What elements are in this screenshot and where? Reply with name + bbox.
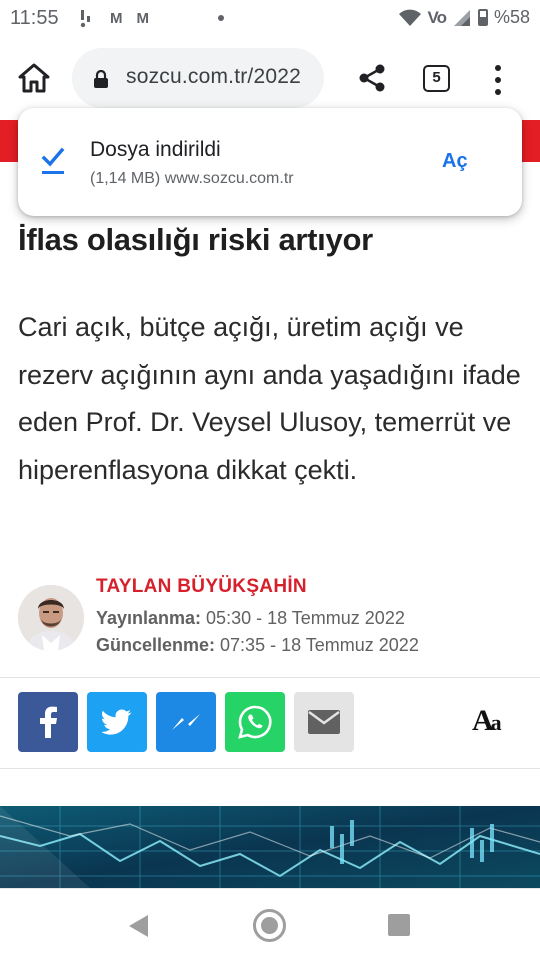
status-time: 11:55 (10, 7, 59, 29)
email-share-button[interactable] (294, 692, 354, 752)
divider (0, 768, 540, 769)
signal-icon (453, 9, 470, 26)
system-navigation-bar (0, 888, 540, 960)
font-size-button[interactable]: Aa (472, 704, 512, 740)
whatsapp-share-button[interactable] (225, 692, 285, 752)
more-vert-icon[interactable] (488, 62, 508, 96)
battery-icon (477, 9, 488, 26)
published-date: Yayınlanma: 05:30 - 18 Temmuz 2022 (96, 608, 405, 629)
published-label: Yayınlanma: (96, 608, 202, 628)
share-bar: Aa (0, 692, 540, 754)
battery-percent: %58 (493, 7, 530, 27)
avatar[interactable] (18, 585, 84, 651)
font-size-label-small: a (490, 710, 502, 735)
messenger-share-button[interactable] (156, 692, 216, 752)
download-complete-snackbar: Dosya indirildi (1,14 MB) www.sozcu.com.… (18, 108, 522, 216)
messenger-icon (172, 714, 200, 730)
updated-label: Güncellenme: (96, 635, 216, 655)
more-notifications-dot (218, 15, 224, 21)
gmail-icon: M (110, 9, 123, 27)
recents-icon[interactable] (388, 914, 410, 936)
email-icon (308, 710, 340, 734)
twitter-share-button[interactable] (87, 692, 147, 752)
home-circle-icon[interactable] (253, 909, 286, 942)
divider (0, 677, 540, 678)
article-hero-image[interactable] (0, 806, 540, 888)
author-photo (18, 585, 84, 651)
published-value: 05:30 - 18 Temmuz 2022 (201, 608, 405, 628)
facebook-icon (40, 706, 57, 738)
twitter-icon (102, 709, 132, 735)
share-icon[interactable] (356, 62, 388, 94)
notification-icon (80, 10, 90, 28)
whatsapp-icon (238, 705, 272, 739)
status-left-icons: M M (78, 8, 149, 28)
author-name[interactable]: TAYLAN BÜYÜKŞAHİN (96, 576, 307, 598)
back-icon[interactable] (126, 913, 152, 939)
download-details: (1,14 MB) www.sozcu.com.tr (90, 170, 294, 187)
wifi-icon (398, 9, 421, 26)
updated-date: Güncellenme: 07:35 - 18 Temmuz 2022 (96, 635, 419, 656)
url-text: sozcu.com.tr/2022 (126, 65, 301, 88)
status-bar: 11:55 M M Vo %58 (0, 0, 540, 36)
download-done-icon (41, 147, 65, 174)
author-info: TAYLAN BÜYÜKŞAHİN Yayınlanma: 05:30 - 18… (0, 572, 540, 672)
tabs-icon[interactable]: 5 (423, 65, 450, 92)
stock-chart-illustration (0, 806, 540, 888)
open-download-button[interactable]: Aç (442, 150, 468, 173)
download-title: Dosya indirildi (90, 138, 221, 161)
home-icon[interactable] (16, 60, 52, 96)
updated-value: 07:35 - 18 Temmuz 2022 (215, 635, 419, 655)
address-bar[interactable]: sozcu.com.tr/2022 (72, 48, 324, 108)
gmail-icon: M (136, 9, 150, 27)
volte-icon: Vo (427, 7, 447, 27)
status-right-icons: Vo %58 (398, 7, 530, 28)
facebook-share-button[interactable] (18, 692, 78, 752)
lock-icon (94, 70, 108, 88)
article-summary: Cari açık, bütçe açığı, üretim açığı ve … (18, 312, 521, 485)
article-headline: İflas olasılığı riski artıyor (18, 222, 373, 257)
